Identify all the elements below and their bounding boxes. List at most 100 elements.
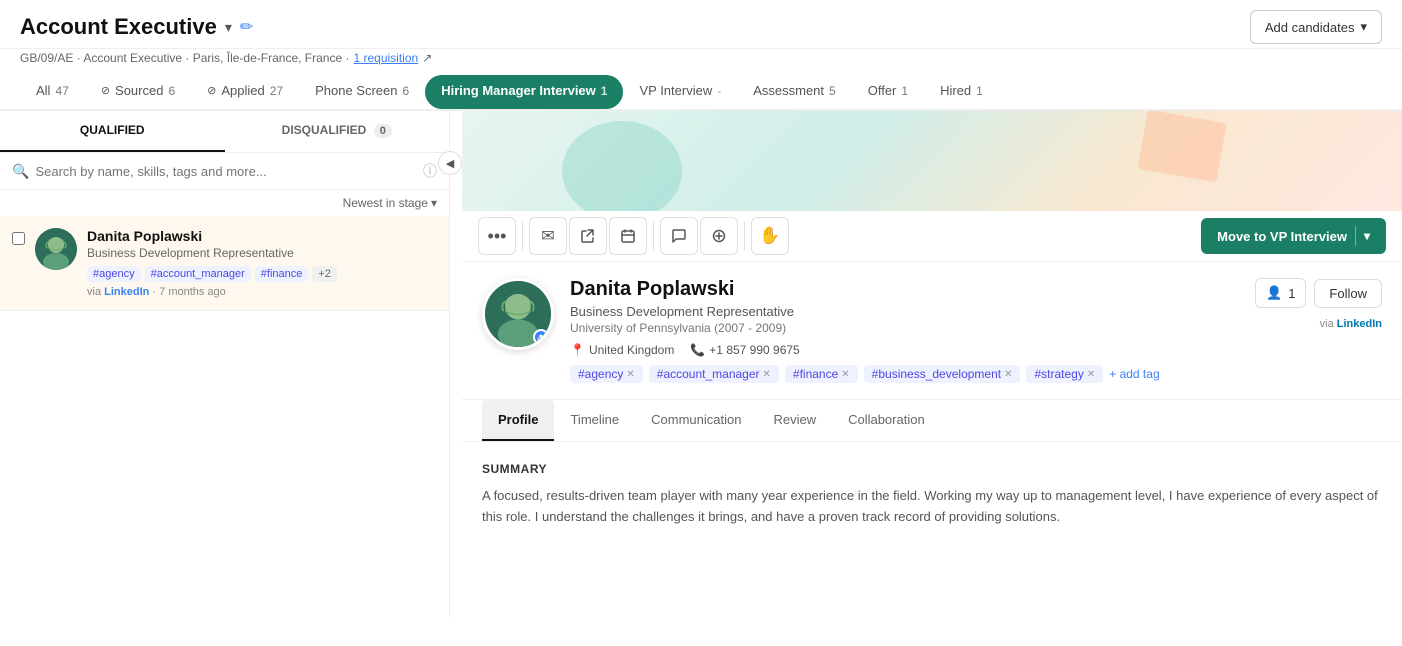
tag-account-manager[interactable]: #account_manager (145, 266, 251, 282)
collapse-panel-button[interactable]: ◀ (438, 151, 462, 175)
sort-chevron-icon: ▾ (431, 196, 437, 210)
remove-finance-tag[interactable]: ✕ (841, 369, 849, 380)
tab-review[interactable]: Review (757, 400, 832, 441)
summary-text: A focused, results-driven team player wi… (482, 486, 1382, 528)
tab-collaboration-label: Collaboration (848, 412, 925, 427)
followers-button[interactable]: 👤 1 (1255, 278, 1306, 308)
stage-tab-hired[interactable]: Hired 1 (924, 73, 999, 111)
comment-button[interactable] (660, 217, 698, 255)
assessment-tab-count: 5 (829, 84, 836, 98)
tag-finance[interactable]: #finance (255, 266, 309, 282)
candidate-checkbox[interactable] (12, 232, 25, 245)
remove-account-manager-tag[interactable]: ✕ (763, 369, 771, 380)
profile-tag-agency[interactable]: #agency ✕ (570, 365, 643, 383)
remove-biz-dev-tag[interactable]: ✕ (1004, 369, 1012, 380)
toolbar-separator-1 (522, 222, 523, 250)
stage-tab-all[interactable]: All 47 (20, 73, 85, 111)
title-chevron-icon[interactable]: ▾ (225, 19, 232, 36)
tab-collaboration[interactable]: Collaboration (832, 400, 941, 441)
reject-button[interactable]: ✋ (751, 217, 789, 255)
search-icon: 🔍 (12, 163, 29, 180)
profile-name: Danita Poplawski (570, 278, 1239, 301)
candidate-item[interactable]: Danita Poplawski Business Development Re… (0, 216, 449, 311)
page-title: Account Executive (20, 14, 217, 40)
toolbar-separator-3 (744, 222, 745, 250)
profile-contact: 📍 United Kingdom 📞 +1 857 990 9675 (570, 343, 1239, 357)
summary-section: SUMMARY A focused, results-driven team p… (462, 442, 1402, 548)
calendar-button[interactable] (609, 217, 647, 255)
profile-tabs: Profile Timeline Communication Review Co… (462, 400, 1402, 442)
hiring-manager-tab-label: Hiring Manager Interview (441, 83, 596, 98)
stage-tab-applied[interactable]: ⊘ Applied 27 (191, 73, 299, 111)
phone-icon: 📞 (690, 343, 705, 357)
tab-profile[interactable]: Profile (482, 400, 554, 441)
stage-tab-phone-screen[interactable]: Phone Screen 6 (299, 73, 425, 111)
remove-agency-tag[interactable]: ✕ (626, 369, 634, 380)
requisition-link[interactable]: 1 requisition (353, 51, 418, 65)
stage-tab-hiring-manager[interactable]: Hiring Manager Interview 1 (425, 75, 623, 109)
tab-communication[interactable]: Communication (635, 400, 757, 441)
remove-strategy-tag[interactable]: ✕ (1087, 369, 1095, 380)
toolbar-separator-2 (653, 222, 654, 250)
move-btn-label: Move to VP Interview (1217, 229, 1347, 244)
profile-tag-account-manager[interactable]: #account_manager ✕ (649, 365, 779, 383)
profile-job-title: Business Development Representative (570, 304, 1239, 319)
stage-tab-vp-interview[interactable]: VP Interview - (623, 73, 737, 111)
candidate-tags: #agency #account_manager #finance +2 (87, 266, 437, 282)
follow-button[interactable]: Follow (1314, 279, 1382, 308)
move-to-vp-button[interactable]: Move to VP Interview ▾ (1201, 218, 1386, 254)
tag-agency[interactable]: #agency (87, 266, 141, 282)
add-tag-button[interactable]: + add tag (1109, 367, 1159, 381)
stage-tab-sourced[interactable]: ⊘ Sourced 6 (85, 73, 191, 111)
profile-tags: #agency ✕ #account_manager ✕ #finance ✕ … (570, 365, 1239, 383)
edit-icon[interactable]: ✏ (240, 17, 253, 37)
stage-tab-offer[interactable]: Offer 1 (852, 73, 924, 111)
stage-tab-assessment[interactable]: Assessment 5 (737, 73, 852, 111)
qualification-tabs: QUALIFIED DISQUALIFIED 0 (0, 111, 449, 153)
profile-tag-business-dev[interactable]: #business_development ✕ (864, 365, 1021, 383)
tab-timeline[interactable]: Timeline (554, 400, 635, 441)
content-area: QUALIFIED DISQUALIFIED 0 🔍 ⓘ Newest in s… (0, 111, 1402, 617)
search-input[interactable] (35, 164, 417, 179)
profile-details: Danita Poplawski Business Development Re… (570, 278, 1239, 383)
merge-button[interactable] (700, 217, 738, 255)
source-name: LinkedIn (104, 286, 149, 298)
candidate-info: Danita Poplawski Business Development Re… (87, 228, 437, 298)
breadcrumb: GB/09/AE · Account Executive · Paris, Îl… (0, 49, 1402, 73)
disqualified-tab[interactable]: DISQUALIFIED 0 (225, 111, 450, 152)
tag-more[interactable]: +2 (312, 266, 337, 282)
add-candidates-caret-icon: ▾ (1360, 19, 1367, 35)
disqualified-count-badge: 0 (374, 124, 392, 138)
applied-tab-label: Applied (221, 83, 264, 98)
action-toolbar: ••• ✉ (462, 211, 1402, 262)
add-candidates-button[interactable]: Add candidates ▾ (1250, 10, 1382, 44)
phone-screen-tab-count: 6 (403, 84, 410, 98)
phone-text: +1 857 990 9675 (709, 343, 799, 357)
qualified-tab-label: QUALIFIED (80, 123, 145, 137)
all-tab-count: 47 (55, 84, 68, 98)
followers-count: 1 (1288, 286, 1295, 301)
candidate-list: Danita Poplawski Business Development Re… (0, 216, 449, 617)
qualified-tab[interactable]: QUALIFIED (0, 111, 225, 152)
left-panel: QUALIFIED DISQUALIFIED 0 🔍 ⓘ Newest in s… (0, 111, 450, 617)
top-header: Account Executive ▾ ✏ Add candidates ▾ (0, 0, 1402, 49)
sort-button[interactable]: Newest in stage ▾ (343, 196, 437, 210)
offer-tab-label: Offer (868, 83, 897, 98)
profile-tag-strategy[interactable]: #strategy ✕ (1026, 365, 1103, 383)
avatar (35, 228, 77, 270)
stage-tabs: All 47 ⊘ Sourced 6 ⊘ Applied 27 Phone Sc… (0, 73, 1402, 111)
profile-education: University of Pennsylvania (2007 - 2009) (570, 321, 1239, 335)
profile-tag-finance[interactable]: #finance ✕ (785, 365, 858, 383)
title-area: Account Executive ▾ ✏ (20, 14, 253, 40)
email-button[interactable]: ✉ (529, 217, 567, 255)
more-actions-button[interactable]: ••• (478, 217, 516, 255)
hiring-manager-tab-count: 1 (601, 84, 608, 98)
info-icon[interactable]: ⓘ (423, 161, 437, 181)
time-ago: 7 months ago (159, 286, 226, 298)
external-link-icon[interactable]: ↗ (422, 51, 432, 65)
candidate-name: Danita Poplawski (87, 228, 437, 244)
via-source: via LinkedIn (1320, 318, 1382, 330)
sort-label: Newest in stage (343, 196, 428, 210)
share-button[interactable] (569, 217, 607, 255)
move-btn-caret-icon[interactable]: ▾ (1364, 229, 1370, 243)
